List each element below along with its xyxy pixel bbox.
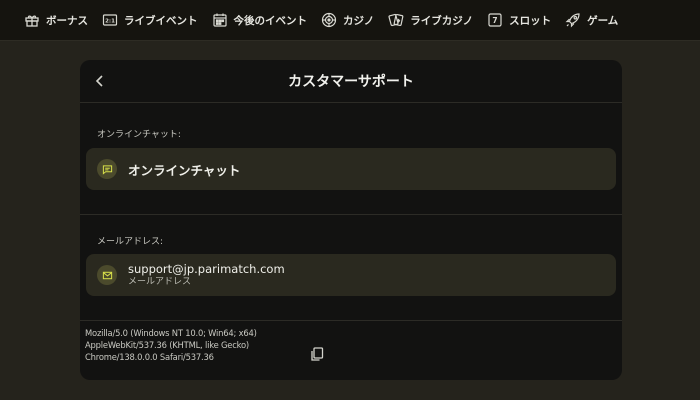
nav-label: ゲーム	[587, 14, 619, 27]
nav-item-casino[interactable]: カジノ	[321, 12, 374, 28]
chat-icon	[97, 159, 117, 179]
modal-header: カスタマーサポート	[80, 60, 622, 102]
user-agent-info: Mozilla/5.0 (Windows NT 10.0; Win64; x64…	[85, 327, 305, 363]
nav-item-upcoming-events[interactable]: 今後のイベント	[212, 12, 308, 28]
top-navigation: ボーナス 2:1 ライブイベント 今後のイベント カジノ ライブカジノ 7 スロ…	[0, 0, 700, 41]
live-score-icon: 2:1	[102, 12, 118, 28]
nav-item-slots[interactable]: 7 スロット	[487, 12, 551, 28]
email-sublabel: メールアドレス	[128, 277, 192, 287]
mail-icon	[97, 265, 117, 285]
nav-label: カジノ	[343, 14, 375, 27]
customer-support-modal: カスタマーサポート オンラインチャット: オンラインチャット メールアドレス: …	[80, 60, 622, 380]
online-chat-label: オンラインチャット	[128, 162, 241, 178]
user-agent-line: Mozilla/5.0 (Windows NT 10.0; Win64; x64…	[85, 328, 257, 338]
nav-item-bonus[interactable]: ボーナス	[24, 12, 88, 28]
divider	[80, 320, 622, 321]
nav-label: ライブイベント	[124, 14, 198, 27]
roulette-icon	[321, 12, 337, 28]
nav-label: 今後のイベント	[233, 14, 308, 27]
nav-item-live-events[interactable]: 2:1 ライブイベント	[102, 12, 198, 28]
nav-item-games[interactable]: ゲーム	[565, 12, 618, 28]
nav-label: ライブカジノ	[410, 14, 474, 27]
user-agent-line: AppleWebKit/537.36 (KHTML, like Gecko)	[85, 340, 249, 350]
user-agent-line: Chrome/138.0.0.0 Safari/537.36	[85, 352, 214, 362]
nav-item-live-casino[interactable]: ライブカジノ	[388, 12, 473, 28]
back-button[interactable]	[90, 71, 110, 91]
chat-section-label: オンラインチャット:	[97, 130, 181, 140]
copy-button[interactable]	[309, 346, 325, 362]
nav-label: スロット	[509, 14, 552, 27]
svg-text:7: 7	[492, 16, 497, 25]
rocket-icon	[565, 12, 581, 28]
copy-icon	[311, 347, 324, 361]
email-address[interactable]: support@jp.parimatch.com	[128, 262, 285, 276]
modal-title: カスタマーサポート	[288, 74, 414, 90]
svg-text:2:1: 2:1	[105, 19, 115, 25]
cards-icon	[388, 12, 404, 28]
gift-icon	[24, 12, 40, 28]
chevron-left-icon	[95, 75, 103, 87]
calendar-icon	[212, 12, 228, 28]
online-chat-button[interactable]: オンラインチャット	[86, 148, 616, 190]
email-text-group: support@jp.parimatch.com メールアドレス	[128, 262, 285, 288]
slot-icon: 7	[487, 12, 503, 28]
email-contact-button[interactable]: support@jp.parimatch.com メールアドレス	[86, 254, 616, 296]
email-section-label: メールアドレス:	[97, 237, 164, 247]
nav-label: ボーナス	[46, 14, 88, 27]
